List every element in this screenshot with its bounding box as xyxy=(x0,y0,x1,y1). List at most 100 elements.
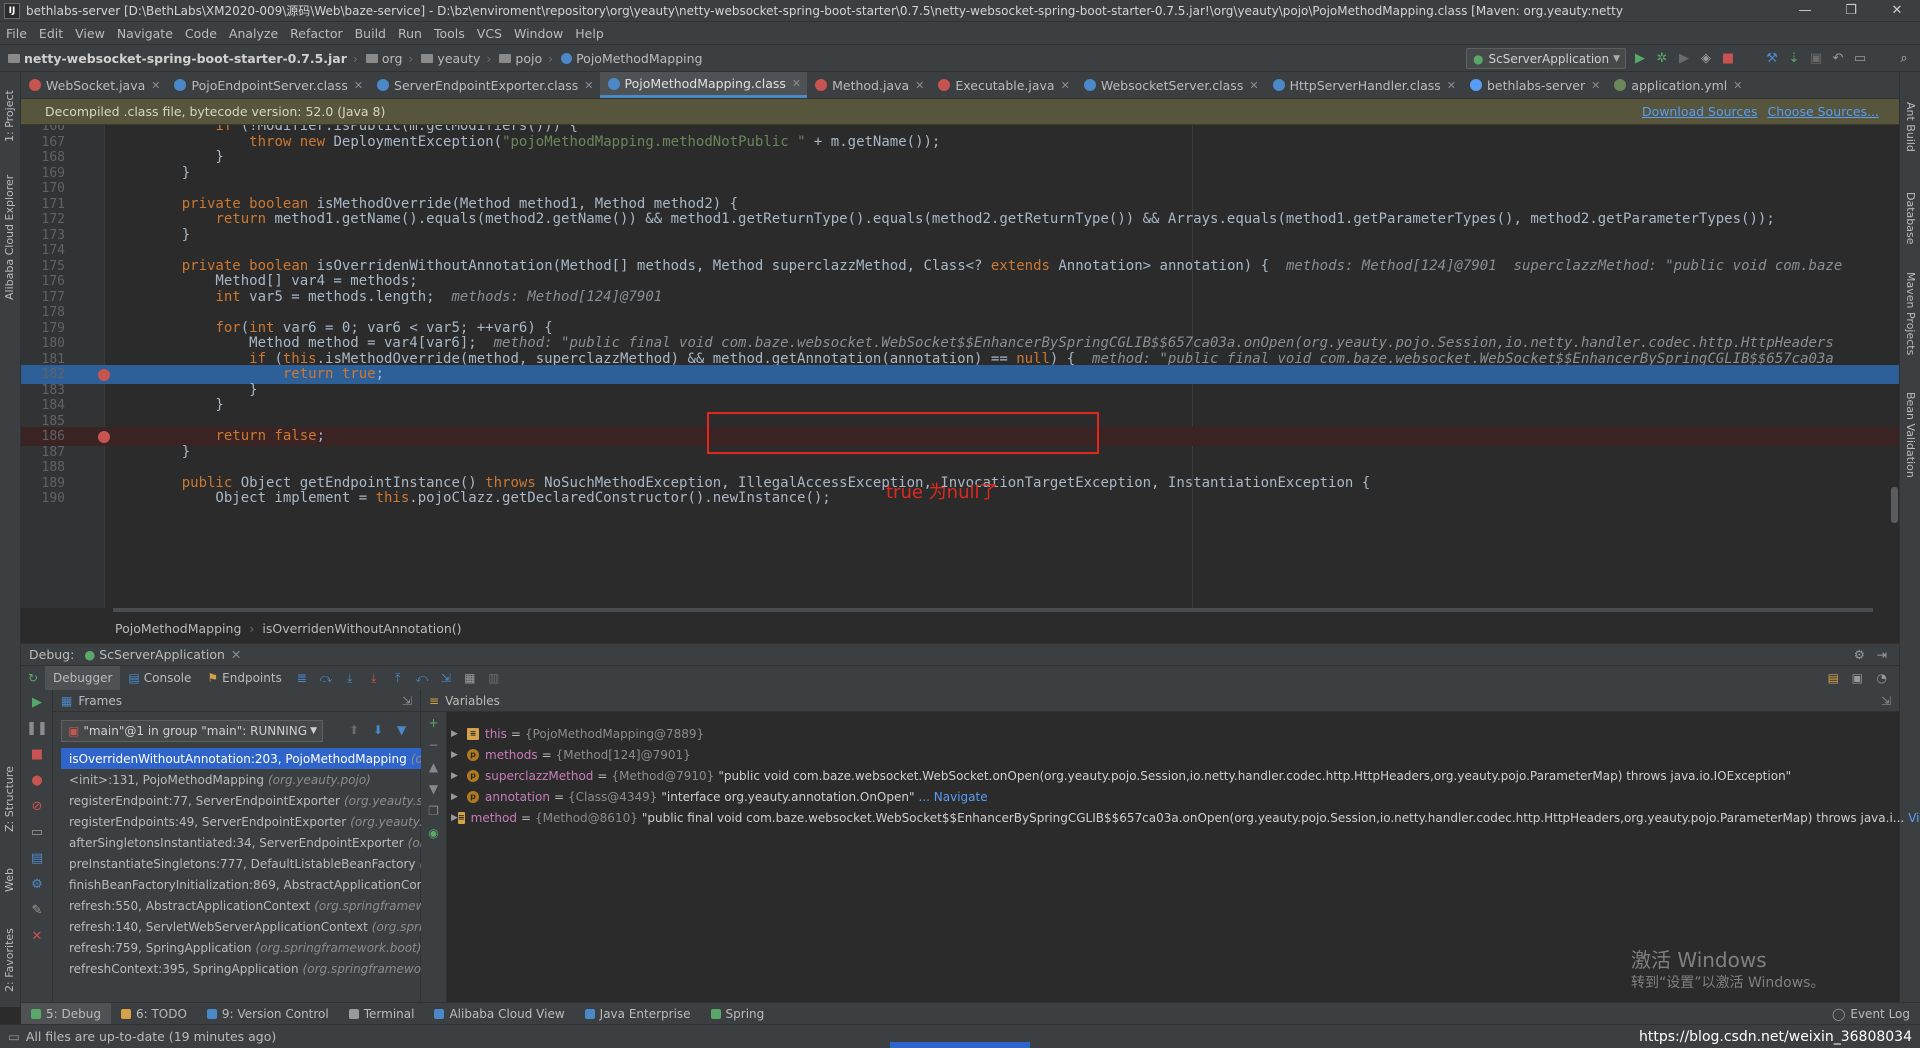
expand-arrow-icon[interactable]: ▶ xyxy=(451,729,467,739)
close-icon[interactable]: ✕ xyxy=(21,924,53,950)
menu-item-analyze[interactable]: Analyze xyxy=(223,26,284,41)
stack-frame[interactable]: refresh:550, AbstractApplicationContext(… xyxy=(61,895,421,916)
stack-frame[interactable]: preInstantiateSingletons:777, DefaultLis… xyxy=(61,853,421,874)
close-icon[interactable]: ✕ xyxy=(915,79,924,92)
breadcrumb-class[interactable]: PojoMethodMapping xyxy=(115,621,241,636)
menu-item-edit[interactable]: Edit xyxy=(33,26,69,41)
menu-item-navigate[interactable]: Navigate xyxy=(111,26,179,41)
restore-icon[interactable]: ❐ xyxy=(1828,0,1874,22)
bottom-tab-alibaba-cloud-view[interactable]: Alibaba Cloud View xyxy=(424,1003,574,1025)
gear-icon[interactable]: ⚙ xyxy=(1854,647,1865,662)
view-breakpoints-icon[interactable]: ● xyxy=(21,768,53,794)
breadcrumb-file[interactable]: PojoMethodMapping xyxy=(576,51,702,66)
breadcrumb-method[interactable]: isOverridenWithoutAnnotation() xyxy=(262,621,461,636)
variable-row[interactable]: ▶ p superclazzMethod = {Method@7910} "public … xyxy=(451,765,1891,786)
close-icon[interactable]: ✕ xyxy=(792,77,801,90)
close-icon[interactable]: ✕ xyxy=(1733,79,1742,92)
breadcrumb-org[interactable]: org xyxy=(382,51,403,66)
expand-arrow-icon[interactable]: ▶ xyxy=(451,813,458,823)
variable-row[interactable]: ▶ ≡ method = {Method@8610} "public final void… xyxy=(451,807,1920,828)
bottom-tab-spring[interactable]: Spring xyxy=(701,1003,775,1025)
close-icon[interactable]: ✕ xyxy=(584,79,593,92)
settings-icon[interactable]: ⚙ xyxy=(21,872,53,898)
tab-websocketserver-class[interactable]: WebsocketServer.class ✕ xyxy=(1076,72,1265,98)
layout-icon[interactable]: ▤ xyxy=(1828,671,1839,685)
close-icon[interactable]: ✕ xyxy=(354,79,363,92)
show-execution-point-icon[interactable]: ≣ xyxy=(294,670,310,686)
editor-horizontal-scrollbar[interactable] xyxy=(113,608,1873,612)
event-log-button[interactable]: ◯ Event Log xyxy=(1832,1007,1910,1021)
structure-tool-tab[interactable]: Z: Structure xyxy=(3,766,16,832)
step-over-icon[interactable]: ⤼ xyxy=(318,670,334,686)
close-icon[interactable]: ✕ xyxy=(1874,0,1920,22)
stack-frame[interactable]: afterSingletonsInstantiated:34, ServerEn… xyxy=(61,832,421,853)
stack-frame[interactable]: registerEndpoints:49, ServerEndpointExpo… xyxy=(61,811,421,832)
alibaba-cloud-explorer-tab[interactable]: Alibaba Cloud Explorer xyxy=(3,175,16,300)
stack-frame[interactable]: refresh:759, SpringApplication (org.sprin… xyxy=(61,937,421,958)
line-number[interactable]: 190 xyxy=(35,489,65,508)
minimize-icon[interactable]: — xyxy=(1782,0,1828,22)
update-icon[interactable]: ⇣ xyxy=(1786,51,1802,67)
step-into-icon[interactable]: ⤓ xyxy=(342,670,358,686)
bottom-tab-6-todo[interactable]: 6: TODO xyxy=(111,1003,197,1025)
pin-icon[interactable]: ✎ xyxy=(21,898,53,924)
tab-httpserverhandler-class[interactable]: HttpServerHandler.class ✕ xyxy=(1265,72,1462,98)
run-to-cursor-icon[interactable]: ⇲ xyxy=(438,670,454,686)
stop-icon[interactable]: ■ xyxy=(1720,51,1736,67)
run-icon[interactable]: ▶ xyxy=(1632,51,1648,67)
breadcrumb-pojo[interactable]: pojo xyxy=(515,51,542,66)
pause-icon[interactable]: ❚❚ xyxy=(21,716,53,742)
bean-validation-tab[interactable]: Bean Validation xyxy=(1904,392,1917,478)
down-icon[interactable]: ▼ xyxy=(421,778,446,800)
close-icon[interactable]: ✕ xyxy=(1591,79,1600,92)
debug-icon[interactable]: ✲ xyxy=(1654,51,1670,67)
up-icon[interactable]: ▲ xyxy=(421,756,446,778)
filter-icon[interactable]: ▼ xyxy=(397,723,406,737)
tab-bethlabs-server[interactable]: bethlabs-server ✕ xyxy=(1462,72,1606,98)
expand-arrow-icon[interactable]: ▶ xyxy=(451,792,467,802)
variable-navigate-link[interactable]: ... Navigate xyxy=(919,790,988,804)
variable-navigate-link[interactable]: View xyxy=(1908,811,1920,825)
new-watch-icon[interactable]: + xyxy=(421,712,446,734)
menu-item-view[interactable]: View xyxy=(69,26,111,41)
close-icon[interactable]: ✕ xyxy=(231,647,241,662)
hide-icon[interactable]: ⇥ xyxy=(1877,647,1887,662)
variable-row[interactable]: ▶ p annotation = {Class@4349} "interface org.… xyxy=(451,786,1891,807)
bottom-tab-terminal[interactable]: Terminal xyxy=(339,1003,425,1025)
menu-item-file[interactable]: File xyxy=(0,26,33,41)
stack-frame[interactable]: isOverridenWithoutAnnotation:203, PojoMe… xyxy=(61,748,421,769)
menu-item-code[interactable]: Code xyxy=(179,26,223,41)
run-configuration-select[interactable]: ● ScServerApplication ▼ xyxy=(1466,48,1626,69)
breakpoint-icon[interactable] xyxy=(98,369,110,381)
run-coverage-icon[interactable]: ▶ xyxy=(1676,51,1692,67)
bottom-tab-5-debug[interactable]: 5: Debug xyxy=(21,1002,111,1025)
stack-frame[interactable]: registerEndpoint:77, ServerEndpointExpor… xyxy=(61,790,421,811)
tab-pojoendpointserver-class[interactable]: PojoEndpointServer.class ✕ xyxy=(166,72,369,98)
pin-icon[interactable]: ⇲ xyxy=(1881,694,1891,708)
step-out-icon[interactable]: ⤒ xyxy=(390,670,406,686)
rerun-icon[interactable]: ↻ xyxy=(25,670,41,686)
resume-icon[interactable]: ▶ xyxy=(21,690,53,716)
settings-icon[interactable]: ◔ xyxy=(1877,671,1887,685)
bottom-tab-java-enterprise[interactable]: Java Enterprise xyxy=(575,1003,701,1025)
restore-layout-icon[interactable]: ▤ xyxy=(21,846,53,872)
menu-item-run[interactable]: Run xyxy=(392,26,428,41)
tab-serverendpointexporter-class[interactable]: ServerEndpointExporter.class ✕ xyxy=(369,72,599,98)
up-arrow-icon[interactable]: ⬆ xyxy=(349,723,359,737)
tab-console[interactable]: ▤ Console xyxy=(120,666,199,691)
tab-debugger[interactable]: Debugger xyxy=(45,665,121,691)
close-icon[interactable]: ✕ xyxy=(151,79,160,92)
expand-arrow-icon[interactable]: ▶ xyxy=(451,771,467,781)
tab-method-java[interactable]: Method.java ✕ xyxy=(807,72,930,98)
bottom-tab-9-version-control[interactable]: 9: Version Control xyxy=(197,1003,339,1025)
menu-item-vcs[interactable]: VCS xyxy=(471,26,508,41)
breadcrumb-jar[interactable]: netty-websocket-spring-boot-starter-0.7.… xyxy=(24,51,347,66)
search-icon[interactable]: ⌕ xyxy=(1896,51,1912,67)
build-icon[interactable]: ⚒ xyxy=(1764,51,1780,67)
debug-session-tab[interactable]: ● ScServerApplication ✕ xyxy=(84,647,241,662)
pin-icon[interactable]: ⇲ xyxy=(402,694,412,708)
breakpoint-icon[interactable] xyxy=(98,431,110,443)
stack-frame[interactable]: refreshContext:395, SpringApplication (or… xyxy=(61,958,421,979)
restore-layout-icon[interactable]: ▣ xyxy=(1852,671,1863,685)
profile-icon[interactable]: ◈ xyxy=(1698,51,1714,67)
